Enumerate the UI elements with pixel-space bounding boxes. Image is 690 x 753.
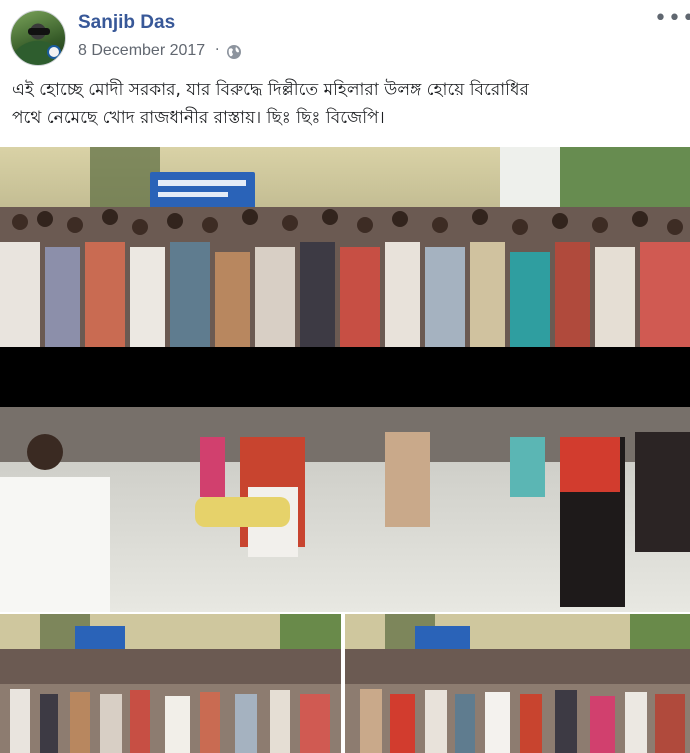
post-message: এই হোচ্ছে মোদী সরকার, যার বিরুদ্ধে দিল্ল…	[12, 76, 682, 132]
post-timestamp[interactable]: 8 December 2017	[78, 42, 205, 60]
globe-icon[interactable]	[226, 44, 242, 60]
author-avatar[interactable]	[10, 10, 66, 66]
author-name-link[interactable]: Sanjib Das	[78, 12, 175, 34]
redaction-bar	[0, 347, 690, 407]
photo-thumbnail-left[interactable]	[0, 614, 341, 753]
post-message-line-2: পথে নেমেছে খোদ রাজধানীর রাস্তায়। ছিঃ ছি…	[12, 108, 385, 128]
avatar-sunglasses	[28, 28, 50, 35]
avatar-badge	[47, 45, 61, 59]
post-message-line-1: এই হোচ্ছে মোদী সরকার, যার বিরুদ্ধে দিল্ল…	[12, 80, 529, 100]
post-header: Sanjib Das 8 December 2017 · •••	[0, 0, 690, 68]
meta-separator: ·	[215, 42, 220, 58]
main-photo[interactable]	[0, 147, 690, 612]
photo-thumbnail-right[interactable]	[345, 614, 690, 753]
more-options-icon[interactable]: •••	[654, 8, 690, 30]
